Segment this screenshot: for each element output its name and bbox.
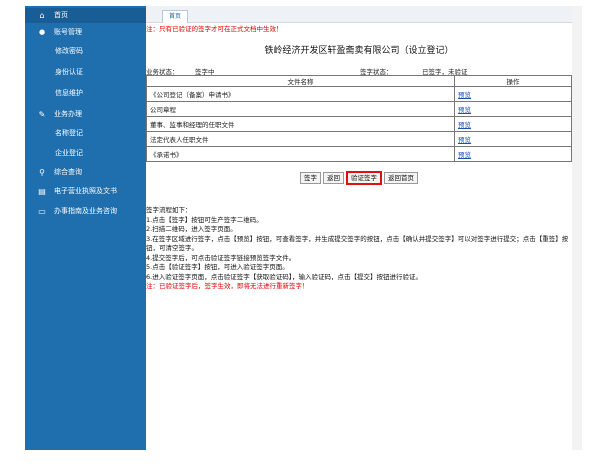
action-cell: 预览 [454,86,572,102]
action-cell: 预览 [454,131,572,147]
file-name: 法定代表人任职文件 [146,131,455,147]
action-cell: 预览 [454,116,572,132]
page-title: 铁岭经济开发区轩盈斋卖有限公司（设立登记） [264,46,454,56]
instruction-step: 6.进入验证签字页面，点击验证签字【获取验证码】，输入验证码，点击【提交】按钮进… [146,272,422,281]
document-table: 文件名称 操作 《公司登记（备案）申请书》 预览 公司章程 预览 董事、监事和经… [146,75,572,162]
sidebar-item-business[interactable]: ✎ 业务办理 [25,107,146,122]
instruction-step: 1.点击【签字】按钮可生产签字二维码。 [146,215,263,224]
table-row: 《公司登记（备案）申请书》 预览 [146,86,572,102]
file-name: 公司章程 [146,101,455,117]
chat-icon: ▭ [38,207,46,216]
instruction-step: 2.扫描二维码，进入签字页面。 [146,225,237,233]
sidebar-item-info[interactable]: 信息维护 [25,86,146,101]
file-name: 《公司登记（备案）申请书》 [146,86,455,102]
column-header-name: 文件名称 [146,75,455,87]
table-row: 《承诺书》 预览 [146,146,572,162]
table-header-row: 文件名称 操作 [146,75,572,87]
sidebar-item-label: 业务办理 [54,110,82,118]
sidebar-item-label: 名称登记 [55,129,83,137]
user-icon: ● [38,28,46,36]
sidebar-item-license[interactable]: ▤ 电子营业执照及文书 [25,184,146,199]
instruction-step: 5.点击【验证签字】按钮，可进入验证签字页面。 [146,263,289,271]
back-button[interactable]: 返回 [323,172,344,184]
sidebar-item-label: 综合查询 [54,168,82,176]
preview-link[interactable]: 预览 [458,136,471,144]
sidebar-item-label: 身份认证 [55,68,83,76]
sidebar-item-label: 修改密码 [55,47,83,55]
tab-home[interactable]: 首页 [162,10,189,23]
sidebar-item-query[interactable]: ⚲ 综合查询 [25,165,146,180]
sidebar-item-home[interactable]: ⌂ 首页 [25,8,146,23]
sign-button[interactable]: 签字 [300,172,321,184]
sidebar-item-identity[interactable]: 身份认证 [25,65,146,80]
sidebar-item-change-password[interactable]: 修改密码 [25,44,146,59]
button-row: 签字 返回 验证签字 返回首页 [146,171,572,185]
tab-bar: 首页 [146,6,572,23]
sidebar-item-guide[interactable]: ▭ 办事指南及业务咨询 [25,204,146,219]
sidebar-item-label: 信息维护 [55,89,83,97]
preview-link[interactable]: 预览 [458,91,471,99]
sidebar-item-label: 电子营业执照及文书 [54,187,117,195]
preview-link[interactable]: 预览 [458,121,471,129]
sidebar-item-enterprise-registration[interactable]: 企业登记 [25,146,146,161]
preview-link[interactable]: 预览 [458,151,471,159]
action-cell: 预览 [454,101,572,117]
instructions: 签字流程如下： 1.点击【签字】按钮可生产签字二维码。 2.扫描二维码，进入签字… [146,206,572,292]
table-row: 法定代表人任职文件 预览 [146,131,572,147]
notice-text: 注：只有已验证的签字才可在正式文档中生效！ [146,25,283,33]
instructions-warning: 注：已验证签字后，签字生效，即将无法进行重新签字！ [146,282,309,290]
sidebar-item-label: 首页 [54,11,68,19]
page-edge [572,6,582,450]
instructions-title: 签字流程如下： [146,206,192,214]
instruction-step: 4.提交签字后，可点击验证签字链接预览签字文件。 [146,253,296,262]
edit-icon: ✎ [38,110,46,119]
sidebar: ⌂ 首页 ● 账号管理 修改密码 身份认证 信息维护 ✎ 业务办理 名称登记 企… [25,6,146,450]
instruction-step: 3.在签字区域进行签字，点击【预览】按钮，可查看签字，并生成提交签字的按钮，点击… [146,234,569,253]
file-name: 《承诺书》 [146,146,455,162]
action-cell: 预览 [454,146,572,162]
sidebar-item-name-registration[interactable]: 名称登记 [25,126,146,141]
sidebar-item-label: 企业登记 [55,149,83,157]
document-icon: ▤ [38,187,46,196]
sidebar-item-account[interactable]: ● 账号管理 [25,25,146,40]
table-row: 董事、监事和经理的任职文件 预览 [146,116,572,132]
search-icon: ⚲ [39,168,45,177]
return-home-button[interactable]: 返回首页 [384,172,418,184]
file-name: 董事、监事和经理的任职文件 [146,116,455,132]
preview-link[interactable]: 预览 [458,106,471,114]
sidebar-item-label: 办事指南及业务咨询 [54,207,117,215]
column-header-action: 操作 [454,75,572,87]
table-row: 公司章程 预览 [146,101,572,117]
home-icon: ⌂ [39,11,45,20]
verify-sign-button[interactable]: 验证签字 [346,171,382,185]
sidebar-item-label: 账号管理 [54,28,82,36]
